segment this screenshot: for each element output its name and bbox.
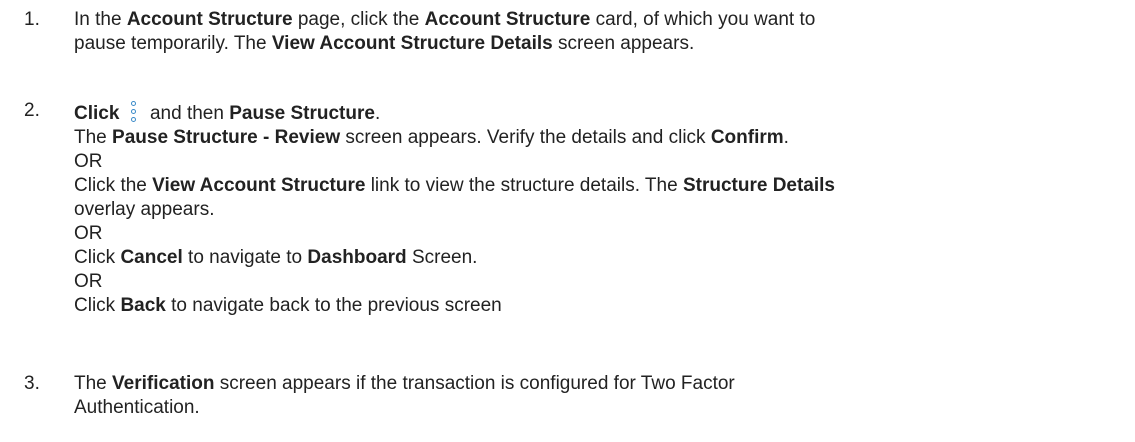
step-2-text: Click and then Pause Structure. The Paus… xyxy=(74,99,1124,318)
text-run: to navigate back to the previous screen xyxy=(165,295,502,316)
step-3-text: The Verification screen appears if the t… xyxy=(74,372,1124,420)
text-line: Click and then Pause Structure. xyxy=(74,99,1124,126)
step-number: 3. xyxy=(24,373,40,394)
text-run: OR xyxy=(74,223,103,244)
text-line: The Verification screen appears if the t… xyxy=(74,372,1124,396)
text-line: Click Back to navigate back to the previ… xyxy=(74,294,1124,318)
step-number: 2. xyxy=(24,100,40,121)
text-run-bold: View Account Structure xyxy=(152,175,366,196)
text-run-bold: Dashboard xyxy=(307,247,407,268)
text-line: OR xyxy=(74,222,1124,246)
text-line: Authentication. xyxy=(74,396,1124,420)
text-run-bold: Click xyxy=(74,103,120,124)
text-run: Authentication. xyxy=(74,397,200,418)
text-run: screen appears. Verify the details and c… xyxy=(340,127,711,148)
text-run: screen appears. xyxy=(552,33,695,54)
text-run: Screen. xyxy=(406,247,478,268)
text-run: Click xyxy=(74,247,121,268)
text-run: The xyxy=(74,127,113,148)
text-run-bold: Structure Details xyxy=(682,175,835,196)
text-run: Click xyxy=(74,295,121,316)
text-run-bold: Account Structure xyxy=(424,9,591,30)
text-run-bold: Account Structure xyxy=(126,9,293,30)
step-1-text: In the Account Structure page, click the… xyxy=(74,8,1124,56)
text-run: OR xyxy=(74,271,103,292)
text-run-bold: Back xyxy=(120,295,166,316)
text-run-bold: View Account xyxy=(271,33,396,54)
text-run: and then xyxy=(144,103,230,124)
text-run: . xyxy=(374,103,381,124)
text-run: overlay appears. xyxy=(74,199,215,220)
text-run-bold: Pause Structure xyxy=(229,103,375,124)
text-run: pause temporarily. The xyxy=(74,33,272,54)
text-line: overlay appears. xyxy=(74,198,1124,222)
text-run: In the xyxy=(74,9,127,30)
text-run: card, of which you want to xyxy=(590,9,816,30)
text-run-bold: Cancel xyxy=(120,247,183,268)
text-line: Click Cancel to navigate to Dashboard Sc… xyxy=(74,246,1124,270)
text-line: In the Account Structure page, click the… xyxy=(74,8,1124,32)
text-line: OR xyxy=(74,270,1124,294)
text-run: OR xyxy=(74,151,103,172)
step-number: 1. xyxy=(24,9,40,30)
document-page: 1. In the Account Structure page, click … xyxy=(0,0,1135,442)
text-run: screen appears if the transaction is con… xyxy=(214,373,735,394)
text-run: page, click the xyxy=(292,9,425,30)
text-run: The xyxy=(74,373,113,394)
text-line: OR xyxy=(74,150,1124,174)
text-run: link to view the structure details. The xyxy=(365,175,683,196)
text-run: Click the xyxy=(74,175,153,196)
text-run-bold: Confirm xyxy=(710,127,784,148)
text-run-bold: Pause Structure - Review xyxy=(112,127,341,148)
text-line: The Pause Structure - Review screen appe… xyxy=(74,126,1124,150)
kebab-menu-icon xyxy=(127,99,141,125)
text-line: pause temporarily. The View Account Stru… xyxy=(74,32,1124,56)
text-run: . xyxy=(783,127,789,148)
text-line: Click the View Account Structure link to… xyxy=(74,174,1124,198)
text-run-bold: Verification xyxy=(112,373,215,394)
text-run: to navigate to xyxy=(182,247,308,268)
text-run-bold: Structure Details xyxy=(400,33,553,54)
